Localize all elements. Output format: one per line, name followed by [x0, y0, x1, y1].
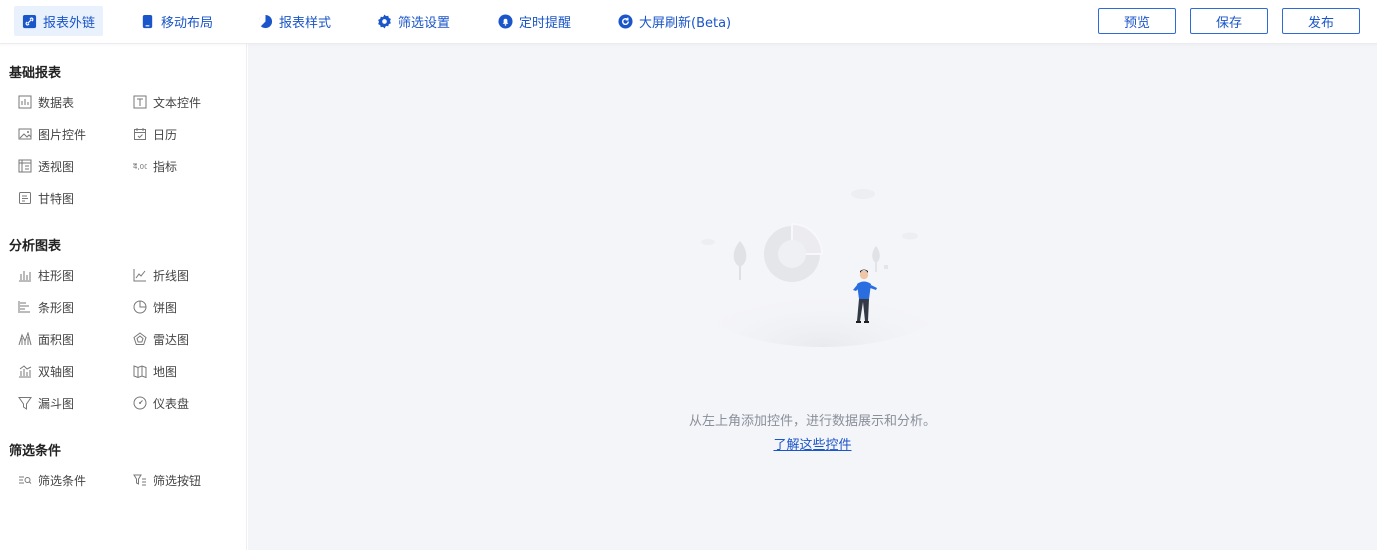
component-pivot[interactable]: 透视图	[18, 157, 74, 175]
item-label: 饼图	[153, 300, 178, 315]
empty-state-message: 从左上角添加控件，进行数据展示和分析。	[688, 414, 936, 429]
publish-button[interactable]: 发布	[1282, 8, 1360, 34]
bar-chart-icon	[18, 301, 30, 313]
item-label: 面积图	[38, 332, 75, 347]
bell-icon	[498, 13, 513, 29]
item-label: 折线图	[153, 268, 190, 283]
component-image[interactable]: 图片控件	[18, 125, 86, 143]
component-bar-chart[interactable]: 条形图	[18, 298, 74, 316]
item-label: 数据表	[38, 95, 75, 110]
gauge-icon	[133, 396, 147, 410]
tab-label: 大屏刷新(Beta)	[639, 15, 732, 31]
filter-button-icon	[133, 474, 146, 486]
component-metric[interactable]: 4,00 指标	[133, 157, 177, 175]
tab-screen-refresh[interactable]: 大屏刷新(Beta)	[610, 6, 739, 36]
tab-label: 报表外链	[43, 15, 96, 31]
item-label: 甘特图	[38, 191, 75, 206]
gantt-icon	[19, 192, 31, 204]
refresh-icon	[618, 13, 633, 29]
link-icon	[22, 14, 37, 28]
component-filter-button[interactable]: 筛选按钮	[133, 471, 201, 489]
item-label: 双轴图	[38, 364, 75, 379]
component-table[interactable]: 数据表	[18, 93, 74, 111]
mobile-icon	[142, 14, 153, 28]
tab-report-style[interactable]: 报表样式	[250, 6, 339, 36]
section-title-analysis: 分析图表	[9, 239, 62, 254]
item-label: 筛选按钮	[153, 473, 202, 488]
item-label: 日历	[153, 127, 178, 142]
tab-filter-settings[interactable]: 筛选设置	[369, 6, 458, 36]
component-text[interactable]: 文本控件	[133, 93, 201, 111]
tab-label: 定时提醒	[519, 15, 572, 31]
item-label: 雷达图	[153, 332, 190, 347]
palette-icon	[258, 14, 273, 28]
item-label: 条形图	[38, 300, 75, 315]
component-gauge[interactable]: 仪表盘	[133, 394, 189, 412]
item-label: 柱形图	[38, 268, 75, 283]
text-icon	[133, 95, 147, 109]
save-button[interactable]: 保存	[1190, 8, 1268, 34]
tab-report-link[interactable]: 报表外链	[14, 6, 104, 36]
component-filter-condition[interactable]: 筛选条件	[18, 471, 86, 489]
tab-label: 报表样式	[279, 15, 332, 31]
component-area-chart[interactable]: 面积图	[18, 330, 74, 348]
funnel-icon	[18, 397, 32, 410]
tab-label: 筛选设置	[398, 15, 451, 31]
component-line-chart[interactable]: 折线图	[133, 266, 189, 284]
component-calendar[interactable]: 日历	[133, 125, 177, 143]
section-title-basic: 基础报表	[9, 66, 62, 81]
component-funnel-chart[interactable]: 漏斗图	[18, 394, 74, 412]
component-column-chart[interactable]: 柱形图	[18, 266, 74, 284]
dual-axis-icon	[19, 365, 32, 378]
item-label: 文本控件	[153, 95, 202, 110]
learn-components-link[interactable]: 了解这些控件	[773, 438, 851, 453]
item-label: 仪表盘	[153, 396, 190, 411]
item-label: 漏斗图	[38, 396, 75, 411]
section-title-filters: 筛选条件	[9, 444, 62, 459]
preview-button[interactable]: 预览	[1098, 8, 1176, 34]
learn-components-link-wrap: 了解这些控件	[248, 434, 1377, 453]
filter-list-icon	[19, 476, 32, 484]
pie-chart-icon	[133, 300, 147, 314]
tab-label: 移动布局	[161, 15, 214, 31]
component-dual-axis-chart[interactable]: 双轴图	[18, 362, 74, 380]
table-icon	[18, 95, 32, 109]
item-label: 筛选条件	[38, 473, 87, 488]
radar-chart-icon	[133, 332, 147, 345]
item-label: 图片控件	[38, 127, 87, 142]
column-chart-icon	[19, 271, 31, 282]
calendar-icon	[134, 128, 146, 140]
component-map[interactable]: 地图	[133, 362, 177, 380]
pivot-icon	[18, 159, 32, 173]
gear-icon	[378, 13, 391, 29]
report-canvas[interactable]: 从左上角添加控件，进行数据展示和分析。 了解这些控件	[248, 44, 1377, 550]
map-icon	[133, 365, 147, 378]
empty-state-illustration	[698, 189, 948, 347]
component-pie-chart[interactable]: 饼图	[133, 298, 177, 316]
area-chart-icon	[18, 332, 32, 346]
component-sidebar: 基础报表 数据表 文本控件 图片控件 日历 透视图 4,00 指标 甘特图 分析…	[0, 44, 247, 550]
tab-scheduled-reminder[interactable]: 定时提醒	[490, 6, 579, 36]
top-toolbar: 报表外链 移动布局 报表样式 筛选设置 定时提醒 大屏刷新(Beta) 预览 保…	[0, 0, 1377, 44]
item-label: 指标	[153, 159, 178, 174]
tab-mobile-layout[interactable]: 移动布局	[132, 6, 221, 36]
component-gantt[interactable]: 甘特图	[18, 189, 74, 207]
item-label: 地图	[153, 364, 178, 379]
line-chart-icon	[133, 269, 146, 282]
component-radar-chart[interactable]: 雷达图	[133, 330, 189, 348]
image-icon	[18, 128, 32, 140]
item-label: 透视图	[38, 159, 75, 174]
metric-icon: 4,00	[133, 163, 147, 171]
